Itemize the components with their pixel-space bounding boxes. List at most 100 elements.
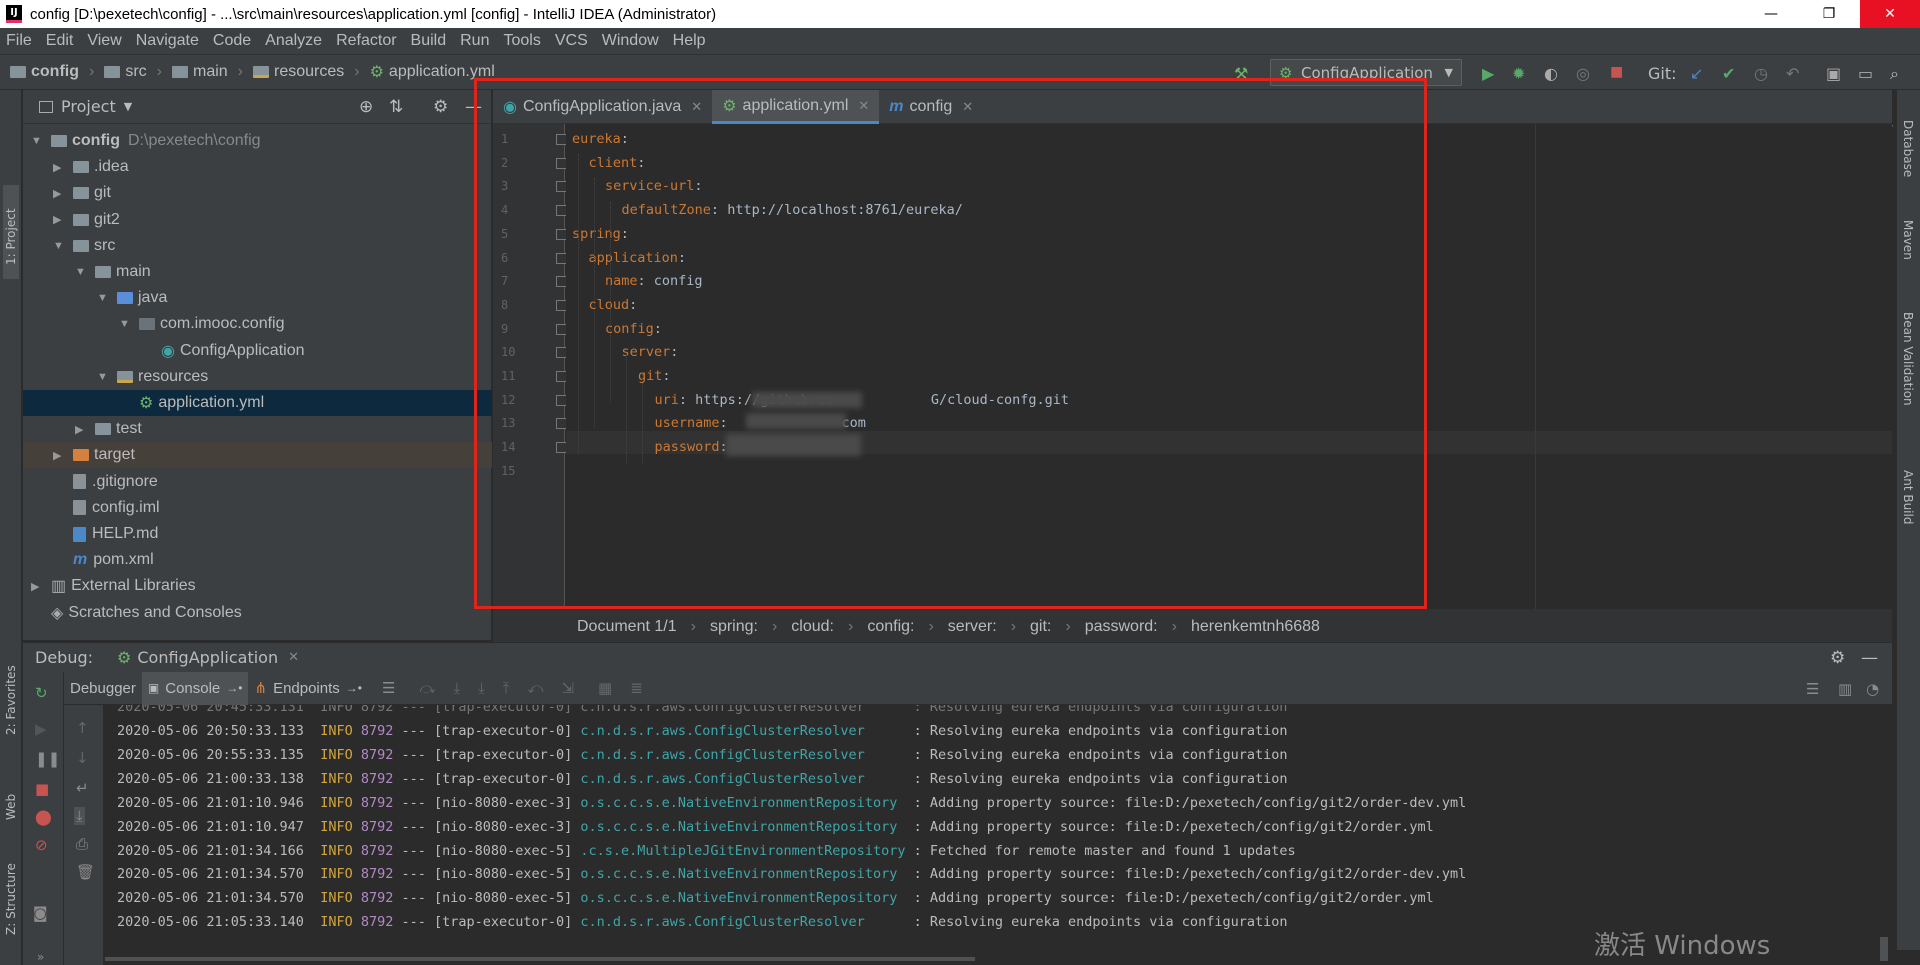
gauge-icon[interactable]: ◔	[1866, 680, 1879, 698]
minimize-button[interactable]: —	[1742, 0, 1800, 28]
camera-icon[interactable]: ◙	[33, 904, 48, 922]
tree-item[interactable]: HELP.md	[23, 521, 492, 547]
web-tool-label[interactable]: Web	[4, 794, 18, 820]
collapse-arrow-icon[interactable]: ▶	[53, 187, 67, 200]
collapse-arrow-icon[interactable]: ▶	[53, 449, 67, 462]
collapse-arrow-icon[interactable]: ▶	[53, 161, 67, 174]
tree-item[interactable]: ◉ ConfigApplication	[23, 338, 492, 364]
collapse-all-icon[interactable]: ⇅	[389, 97, 403, 117]
soft-wrap-icon[interactable]: ↵	[76, 779, 89, 797]
terminal-icon[interactable]: ▭	[1858, 64, 1873, 83]
collapse-arrow-icon[interactable]: ▶	[31, 580, 45, 593]
vertical-scrollbar[interactable]	[1880, 937, 1888, 961]
tree-item[interactable]: ⚙ application.yml	[23, 390, 492, 416]
tree-item[interactable]: ▼ com.imooc.config	[23, 311, 492, 337]
tree-item[interactable]: ▶ .idea	[23, 154, 492, 180]
expand-arrow-icon[interactable]: ▼	[31, 135, 45, 147]
breadcrumb-resources[interactable]: resources ›	[253, 63, 360, 81]
tree-item[interactable]: ▶ target	[23, 442, 492, 469]
close-button[interactable]: ✕	[1860, 0, 1920, 28]
project-structure-icon[interactable]: ▣	[1826, 64, 1841, 83]
tree-item[interactable]: ▶ test	[23, 416, 492, 442]
debug-bug-icon[interactable]: ✹	[1512, 64, 1525, 83]
menu-refactor[interactable]: Refactor	[336, 32, 396, 50]
expand-arrow-icon[interactable]: ▼	[97, 292, 111, 304]
expand-arrow-icon[interactable]: ▼	[97, 371, 111, 383]
tree-item[interactable]: ◈ Scratches and Consoles	[23, 600, 492, 626]
restore-button[interactable]: ❐	[1800, 0, 1858, 28]
print-icon[interactable]: ⎙	[76, 835, 88, 853]
mute-breakpoints-icon[interactable]: ⊘	[35, 836, 48, 854]
tab-debugger[interactable]: Debugger	[64, 672, 142, 705]
tree-item[interactable]: m pom.xml	[23, 547, 492, 573]
stop-icon[interactable]: ■	[1610, 64, 1623, 80]
rerun-icon[interactable]: ↻	[35, 684, 48, 702]
locate-icon[interactable]: ⊕	[359, 97, 373, 117]
gear-icon[interactable]: ⚙	[1830, 648, 1845, 668]
tree-item[interactable]: ▶ git2	[23, 207, 492, 233]
menu-analyze[interactable]: Analyze	[265, 32, 322, 50]
menu-file[interactable]: File	[6, 32, 32, 50]
project-panel-title[interactable]: Project	[61, 97, 116, 116]
tree-item[interactable]: ▼ java	[23, 285, 492, 311]
menu-build[interactable]: Build	[411, 32, 447, 50]
collapse-arrow-icon[interactable]: ▶	[75, 423, 89, 436]
close-tab-icon[interactable]: ✕	[288, 650, 299, 665]
run-icon[interactable]: ▶	[1482, 64, 1494, 83]
editor-breadcrumb-item[interactable]: config:	[867, 618, 914, 636]
trace-icon[interactable]: ≣	[630, 679, 643, 697]
scroll-to-end-icon[interactable]: ⤓	[74, 807, 85, 825]
chevron-down-icon[interactable]: ▼	[124, 100, 132, 113]
menu-edit[interactable]: Edit	[46, 32, 74, 50]
horizontal-scrollbar[interactable]	[105, 957, 975, 961]
editor-breadcrumb-item[interactable]: password:	[1085, 618, 1158, 636]
editor-breadcrumb-item[interactable]: Document 1/1	[577, 618, 677, 636]
layout-icon[interactable]: ☰	[1806, 680, 1819, 698]
tree-item[interactable]: .gitignore	[23, 469, 492, 495]
expand-arrow-icon[interactable]: ▼	[75, 266, 89, 278]
bean-validation-tool-label[interactable]: Bean Validation	[1901, 312, 1915, 406]
more-icon[interactable]: »	[37, 950, 44, 964]
expand-arrow-icon[interactable]: ▼	[53, 240, 67, 252]
tree-item[interactable]: ▶ ▥ External Libraries	[23, 573, 492, 599]
breadcrumb-main[interactable]: main ›	[171, 63, 243, 81]
debug-session-tab[interactable]: ConfigApplication	[137, 648, 278, 667]
down-arrow-icon[interactable]: ↓	[76, 749, 89, 767]
menu-view[interactable]: View	[87, 32, 121, 50]
expand-arrow-icon[interactable]: ▼	[119, 318, 133, 330]
database-tool-label[interactable]: Database	[1901, 120, 1915, 177]
editor-breadcrumb-item[interactable]: herenkemtnh6688	[1191, 618, 1320, 636]
maven-tool-label[interactable]: Maven	[1901, 220, 1915, 260]
pause-icon[interactable]: ❚❚	[35, 750, 60, 768]
list-icon[interactable]: ☰	[382, 679, 395, 697]
ant-build-tool-label[interactable]: Ant Build	[1901, 470, 1915, 524]
favorites-tool-label[interactable]: 2: Favorites	[4, 665, 18, 735]
menu-window[interactable]: Window	[602, 32, 659, 50]
stop-icon[interactable]: ■	[35, 780, 49, 798]
menu-run[interactable]: Run	[460, 32, 489, 50]
menu-tools[interactable]: Tools	[503, 32, 540, 50]
tree-item[interactable]: config.iml	[23, 495, 492, 521]
tab-console[interactable]: ▣ Console →•	[141, 671, 249, 705]
tree-item[interactable]: ▶ git	[23, 180, 492, 206]
editor-breadcrumb-item[interactable]: spring:	[710, 618, 758, 636]
coverage-icon[interactable]: ◐	[1544, 64, 1558, 83]
history-icon[interactable]: ◷	[1754, 64, 1768, 83]
evaluate-icon[interactable]: ▦	[598, 679, 612, 697]
tree-item[interactable]: ▼ src	[23, 233, 492, 259]
force-step-into-icon[interactable]: ⤓	[478, 679, 485, 697]
editor-breadcrumb-item[interactable]: git:	[1030, 618, 1051, 636]
git-update-icon[interactable]: ↙	[1690, 64, 1703, 83]
drop-frame-icon[interactable]: ⤺	[527, 679, 543, 697]
editor-breadcrumb-item[interactable]: server:	[948, 618, 997, 636]
step-over-icon[interactable]: ⤼	[419, 679, 435, 697]
tree-item[interactable]: ▼ config D:\pexetech\config	[23, 128, 492, 154]
tree-item[interactable]: ▼ resources	[23, 364, 492, 390]
git-commit-icon[interactable]: ✔	[1722, 64, 1735, 83]
restore-layout-icon[interactable]: ▥	[1838, 680, 1852, 698]
tab-endpoints[interactable]: ⋔ Endpoints →•	[248, 672, 368, 705]
breadcrumb-src[interactable]: src ›	[104, 63, 162, 81]
menu-navigate[interactable]: Navigate	[136, 32, 199, 50]
view-breakpoints-icon[interactable]: ⬤	[35, 808, 52, 826]
step-out-icon[interactable]: ⤒	[503, 679, 510, 697]
